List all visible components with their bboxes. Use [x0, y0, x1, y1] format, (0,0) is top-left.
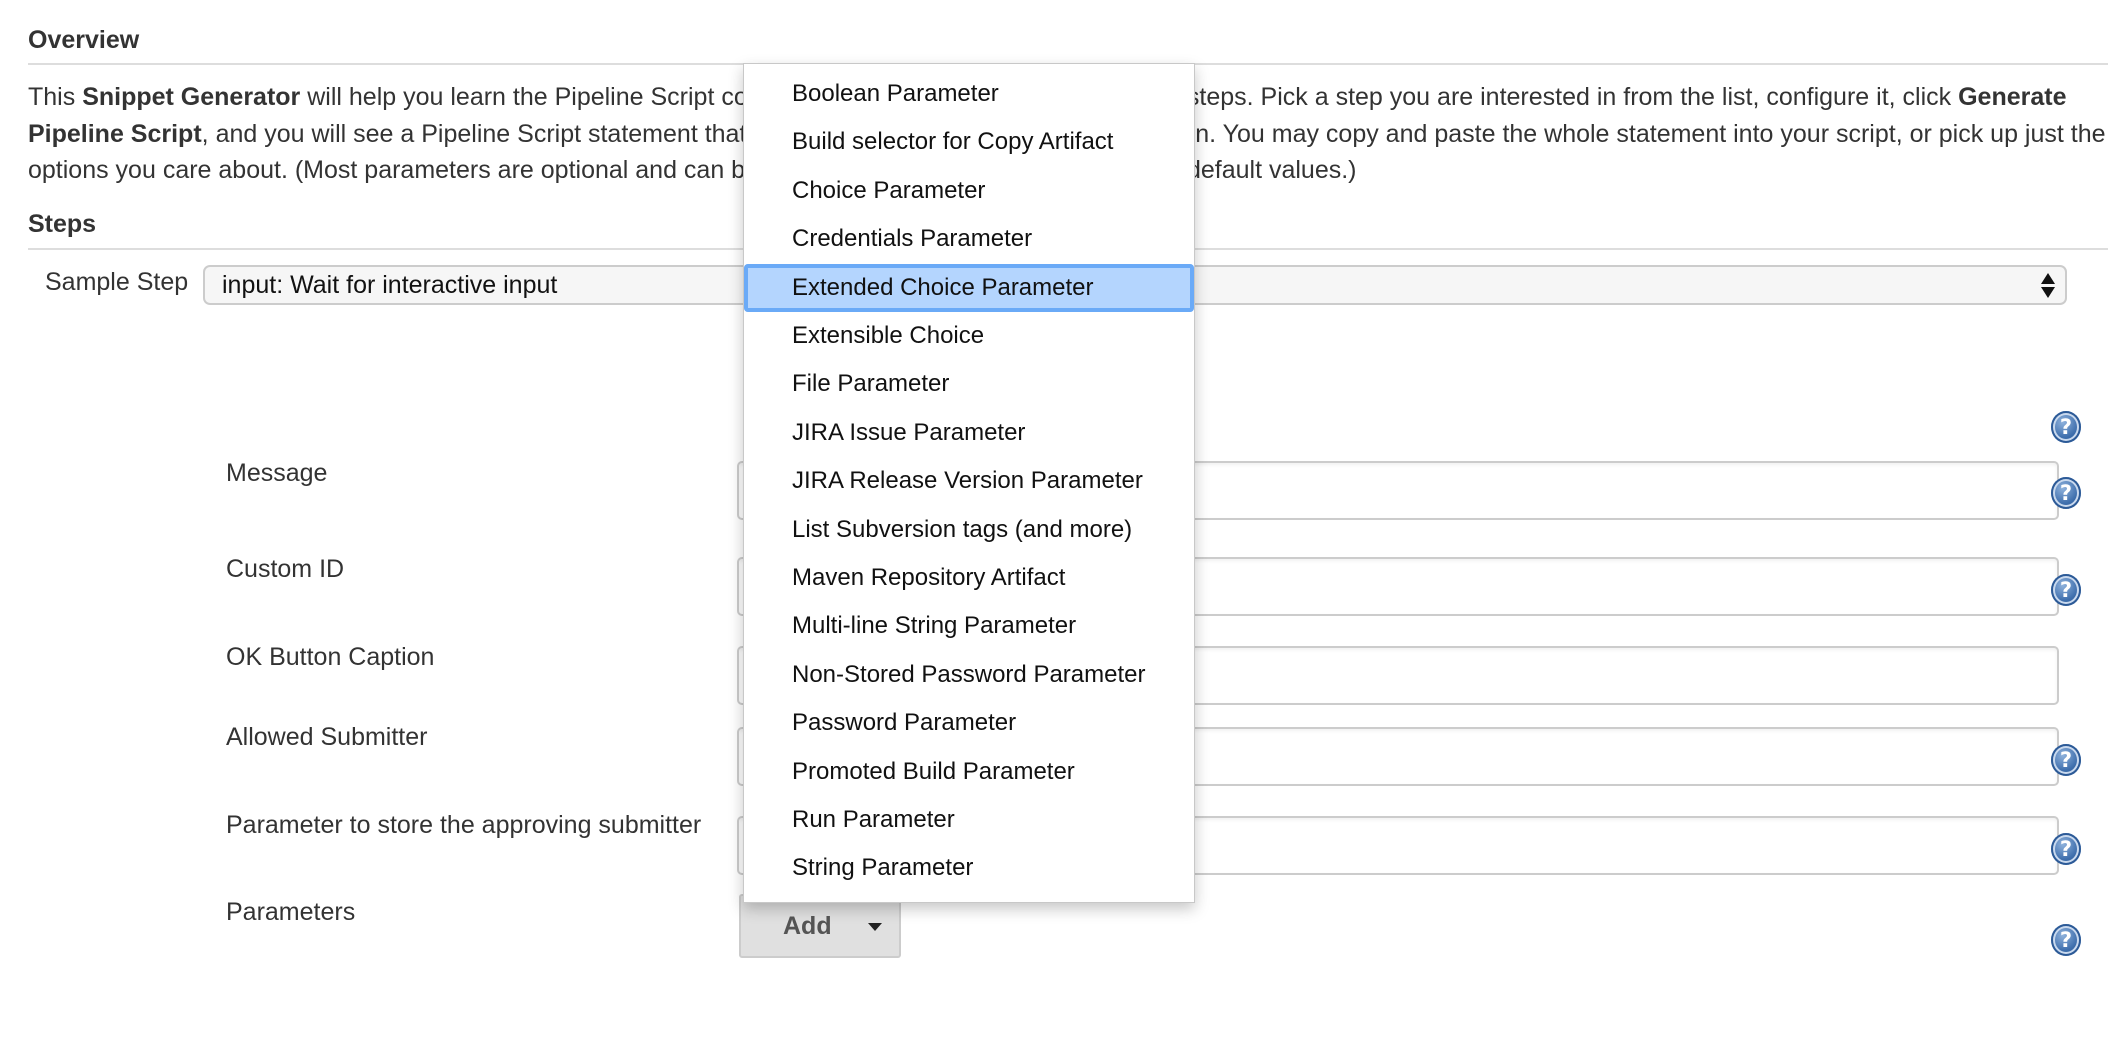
sample-step-value: input: Wait for interactive input [222, 271, 558, 299]
allowed-submitter-help-icon[interactable]: ? [2051, 744, 2081, 776]
step-help-icon[interactable]: ? [2051, 411, 2081, 443]
add-button-label: Add [783, 912, 832, 940]
dropdown-item[interactable]: Extensible Choice [744, 312, 1194, 360]
dropdown-item[interactable]: Promoted Build Parameter [744, 748, 1194, 796]
dropdown-item[interactable]: Choice Parameter [744, 167, 1194, 215]
add-parameter-dropdown-menu: Boolean Parameter Build selector for Copy… [743, 63, 1195, 903]
dropdown-item[interactable]: Build selector for Copy Artifact [744, 118, 1194, 166]
parameters-help-icon[interactable]: ? [2051, 924, 2081, 956]
dropdown-item[interactable]: Maven Repository Artifact [744, 554, 1194, 602]
dropdown-item[interactable]: JIRA Issue Parameter [744, 409, 1194, 457]
caret-down-icon [868, 923, 882, 931]
dropdown-item[interactable]: Run Parameter [744, 796, 1194, 844]
dropdown-item[interactable]: Boolean Parameter [744, 70, 1194, 118]
message-label: Message [226, 459, 328, 487]
overview-heading: Overview [28, 26, 140, 54]
parameters-label: Parameters [226, 898, 356, 926]
add-parameter-button[interactable]: Add [739, 894, 901, 958]
overview-text-segment: This [28, 83, 83, 111]
dropdown-item[interactable]: File Parameter [744, 360, 1194, 408]
custom-id-label: Custom ID [226, 555, 345, 583]
allowed-submitter-label: Allowed Submitter [226, 723, 428, 751]
ok-button-caption-label: OK Button Caption [226, 643, 435, 671]
submitter-parameter-label: Parameter to store the approving submitt… [226, 811, 702, 839]
submitter-parameter-help-icon[interactable]: ? [2051, 833, 2081, 865]
dropdown-item[interactable]: Password Parameter [744, 699, 1194, 747]
dropdown-item[interactable]: String Parameter [744, 844, 1194, 892]
custom-id-help-icon[interactable]: ? [2051, 574, 2081, 606]
dropdown-item[interactable]: List Subversion tags (and more) [744, 506, 1194, 554]
dropdown-item[interactable]: Credentials Parameter [744, 215, 1194, 263]
sample-step-label: Sample Step [45, 268, 189, 296]
steps-heading: Steps [28, 210, 97, 238]
select-updown-arrows-icon [2041, 271, 2055, 301]
message-help-icon[interactable]: ? [2051, 477, 2081, 509]
overview-bold-term: Snippet Generator [82, 83, 301, 111]
dropdown-item[interactable]: JIRA Release Version Parameter [744, 457, 1194, 505]
dropdown-item[interactable]: Non-Stored Password Parameter [744, 651, 1194, 699]
dropdown-item[interactable]: Multi-line String Parameter [744, 602, 1194, 650]
dropdown-item[interactable]: Extended Choice Parameter [744, 263, 1194, 312]
